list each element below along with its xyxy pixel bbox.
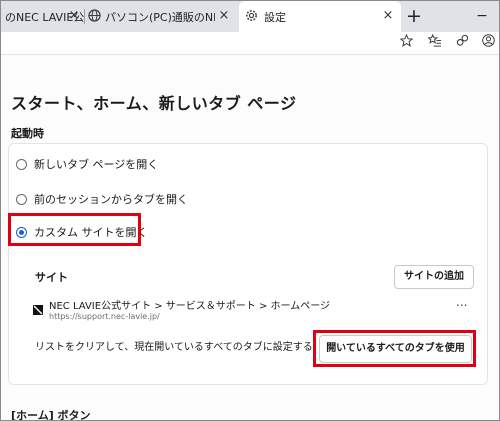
star-icon[interactable] [397, 33, 415, 52]
close-icon[interactable]: × [67, 9, 81, 23]
highlight-box [8, 213, 141, 246]
add-site-button[interactable]: サイトの追加 [394, 265, 474, 289]
radio-new-tab[interactable]: 新しいタブ ページを開く [16, 156, 158, 172]
gear-icon [245, 9, 258, 25]
close-icon[interactable]: × [381, 9, 395, 23]
site-url: https://support.nec-lavie.jp/ [49, 312, 160, 321]
tab-title: 設定 [264, 10, 286, 24]
globe-icon [88, 8, 101, 25]
tab-nec-lavie-2[interactable]: パソコン(PC)通販のNEC LAVIE公 × [85, 1, 237, 32]
radio-button[interactable] [16, 158, 27, 170]
startup-label: 起動時 [11, 127, 44, 140]
radio-label: 前のセッションからタブを開く [34, 193, 188, 206]
highlight-box [313, 330, 476, 367]
clear-list-text: リストをクリアして、現在開いているすべてのタブに設定する [35, 342, 313, 353]
radio-label: 新しいタブ ページを開く [34, 158, 159, 171]
profile-icon[interactable] [479, 34, 497, 52]
tab-nec-lavie-1[interactable]: のNEC LAVIE公 × [1, 1, 87, 32]
new-tab-button[interactable]: + [403, 5, 425, 27]
favorites-list-icon[interactable] [426, 33, 444, 52]
site-name: NEC LAVIE公式サイト > サービス＆サポート > ホームページ [49, 301, 331, 312]
home-button-label: [ホーム] ボタン [11, 409, 91, 421]
close-icon[interactable]: × [217, 9, 231, 23]
tab-strip: のNEC LAVIE公 × パソコン(PC)通販のNEC LAVIE公 × 設定… [1, 1, 499, 32]
extensions-icon[interactable] [453, 34, 471, 52]
site-row: NEC LAVIE公式サイト > サービス＆サポート > ホームページ http… [33, 295, 473, 325]
sites-label: サイト [35, 271, 68, 284]
browser-window: のNEC LAVIE公 × パソコン(PC)通販のNEC LAVIE公 × 設定… [0, 0, 500, 421]
address-bar[interactable] [1, 32, 413, 53]
page-title: スタート、ホーム、新しいタブ ページ [11, 94, 297, 113]
minimize-button[interactable]: − [467, 1, 497, 32]
more-options-icon[interactable]: ... [456, 295, 467, 309]
toolbar [1, 32, 499, 55]
settings-content: スタート、ホーム、新しいタブ ページ 起動時 新しいタブ ページを開く 前のセッ… [1, 55, 499, 421]
tab-title: パソコン(PC)通販のNEC LAVIE公 [105, 10, 215, 24]
radio-button[interactable] [16, 193, 27, 205]
radio-previous-session[interactable]: 前のセッションからタブを開く [16, 191, 188, 207]
tab-settings[interactable]: 設定 × [239, 1, 401, 32]
site-favicon-icon [33, 300, 43, 315]
